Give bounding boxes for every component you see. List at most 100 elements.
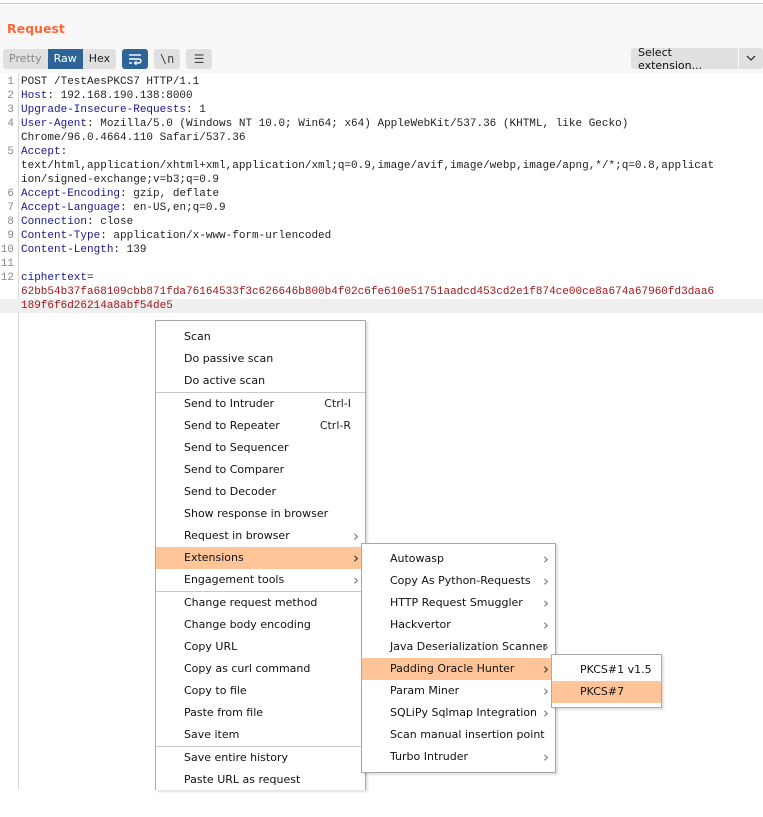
padding-oracle-hunter-submenu: PKCS#1 v1.5 PKCS#7: [551, 654, 662, 708]
menu-item-extensions[interactable]: Extensions ›: [156, 547, 365, 569]
menu-item-label: Send to Decoder: [184, 485, 277, 498]
menu-item-label: Extensions: [184, 551, 244, 564]
menu-item-do-passive-scan[interactable]: Do passive scan: [156, 348, 365, 370]
line-content: Accept:: [21, 145, 67, 159]
menu-item-copy-as-curl-command[interactable]: Copy as curl command: [156, 658, 365, 680]
menu-item-send-to-comparer[interactable]: Send to Comparer: [156, 459, 365, 481]
menu-item-label: Scan: [184, 330, 211, 343]
line-content: ciphertext=: [21, 271, 94, 285]
select-extension-dropdown[interactable]: Select extension...: [631, 46, 763, 72]
line-number: 2: [7, 90, 14, 102]
editor-line: 9 Content-Type: application/x-www-form-ur…: [0, 229, 763, 243]
extension-item-scan-manual-insertion-point[interactable]: Scan manual insertion point: [362, 724, 555, 746]
chevron-right-icon: ›: [543, 682, 549, 700]
extensions-submenu: Autowasp › Copy As Python-Requests › HTTP Re…: [361, 543, 556, 773]
header-value: en-US,en;q=0.9: [133, 202, 226, 214]
wrap-lines-button[interactable]: [122, 49, 149, 69]
line-content: text/html,application/xhtml+xml,applicat…: [21, 159, 714, 173]
line-number: 6: [7, 188, 14, 200]
header-name: Host: [21, 90, 48, 102]
tab-pretty[interactable]: Pretty: [3, 49, 48, 69]
line-content: Host: 192.168.190.138:8000: [21, 89, 193, 103]
tab-hex[interactable]: Hex: [83, 49, 116, 69]
line-number: 8: [7, 216, 14, 228]
menu-item-label: Turbo Intruder: [390, 750, 469, 763]
header-separator: :: [120, 188, 134, 200]
menu-item-change-body-encoding[interactable]: Change body encoding: [156, 614, 365, 636]
menu-item-engagement-tools[interactable]: Engagement tools ›: [156, 569, 365, 591]
menu-item-label: Java Deserialization Scanner: [390, 640, 547, 653]
menu-item-label: Save entire history: [184, 751, 288, 764]
line-number: 12: [0, 272, 14, 284]
options-menu-button[interactable]: ☰: [186, 49, 213, 69]
menu-item-send-to-intruder[interactable]: Send to Intruder Ctrl-I: [156, 393, 365, 415]
line-number: 1: [7, 76, 14, 88]
menu-item-scan[interactable]: Scan: [156, 326, 365, 348]
editor-line: 189f6f6d26214a8abf54de5: [0, 299, 763, 313]
context-menu: Scan Do passive scan Do active scan Send to…: [155, 320, 366, 790]
line-text: ion/signed-exchange;v=b3;q=0.9: [21, 174, 220, 186]
menu-item-show-response-in-browser[interactable]: Show response in browser: [156, 503, 365, 525]
pkcs-item-pkcs-1-v1-5[interactable]: PKCS#1 v1.5: [552, 659, 661, 681]
chevron-right-icon: ›: [543, 550, 549, 568]
menu-icon: ☰: [193, 52, 205, 66]
header-separator: :: [120, 202, 134, 214]
editor-line: 8 Connection: close: [0, 215, 763, 229]
panel-title: Request: [7, 21, 65, 36]
extension-item-http-request-smuggler[interactable]: HTTP Request Smuggler ›: [362, 592, 555, 614]
menu-item-save-entire-history[interactable]: Save entire history: [156, 747, 365, 769]
menu-item-send-to-decoder[interactable]: Send to Decoder: [156, 481, 365, 503]
menu-item-label: Padding Oracle Hunter: [390, 662, 515, 675]
extension-item-hackvertor[interactable]: Hackvertor ›: [362, 614, 555, 636]
menu-item-save-item[interactable]: Save item: [156, 724, 365, 746]
view-mode-tabs: Pretty Raw Hex: [3, 49, 117, 69]
menu-item-copy-to-file[interactable]: Copy to file: [156, 680, 365, 702]
menu-item-copy-url[interactable]: Copy URL: [156, 636, 365, 658]
menu-item-label: Hackvertor: [390, 618, 451, 631]
extension-item-copy-as-python-requests[interactable]: Copy As Python-Requests ›: [362, 570, 555, 592]
header-separator: :: [113, 244, 127, 256]
menu-item-change-request-method[interactable]: Change request method: [156, 592, 365, 614]
editor-line: text/html,application/xhtml+xml,applicat…: [0, 159, 763, 173]
line-number: 9: [7, 230, 14, 242]
top-divider: [0, 0, 763, 4]
header-name: Accept: [21, 146, 61, 158]
menu-item-request-in-browser[interactable]: Request in browser ›: [156, 525, 365, 547]
header-value: 139: [126, 244, 147, 256]
line-content: Chrome/96.0.4664.110 Safari/537.36: [21, 131, 245, 145]
editor-line: 7 Accept-Language: en-US,en;q=0.9: [0, 201, 763, 215]
editor-line: 2 Host: 192.168.190.138:8000: [0, 89, 763, 103]
menu-item-label: Autowasp: [390, 552, 444, 565]
extension-item-padding-oracle-hunter[interactable]: Padding Oracle Hunter ›: [362, 658, 555, 680]
menu-item-paste-from-file[interactable]: Paste from file: [156, 702, 365, 724]
line-content: POST /TestAesPKCS7 HTTP/1.1: [21, 75, 199, 89]
extension-item-turbo-intruder[interactable]: Turbo Intruder ›: [362, 746, 555, 768]
extension-item-autowasp[interactable]: Autowasp ›: [362, 548, 555, 570]
show-newlines-button[interactable]: \n: [154, 49, 181, 69]
tab-raw[interactable]: Raw: [47, 49, 83, 69]
menu-item-do-active-scan[interactable]: Do active scan: [156, 370, 365, 392]
menu-item-label: Do active scan: [184, 374, 266, 387]
pkcs-item-pkcs-7[interactable]: PKCS#7: [552, 681, 661, 703]
menu-item-label: Paste from file: [184, 706, 264, 719]
header-separator: :: [60, 146, 68, 158]
menu-item-label: PKCS#1 v1.5: [580, 663, 652, 676]
shortcut-label: Ctrl-R: [319, 419, 351, 432]
header-separator: :: [87, 216, 101, 228]
menu-item-send-to-sequencer[interactable]: Send to Sequencer: [156, 437, 365, 459]
menu-item-paste-url-as-request[interactable]: Paste URL as request: [156, 769, 365, 791]
line-number: 7: [7, 202, 14, 214]
menu-item-send-to-repeater[interactable]: Send to Repeater Ctrl-R: [156, 415, 365, 437]
extension-item-param-miner[interactable]: Param Miner ›: [362, 680, 555, 702]
extension-item-sqlipy-sqlmap-integration[interactable]: SQLiPy Sqlmap Integration ›: [362, 702, 555, 724]
header-value: close: [100, 216, 134, 228]
line-number: 4: [7, 118, 14, 130]
chevron-right-icon: ›: [543, 748, 549, 766]
editor-line: 1 POST /TestAesPKCS7 HTTP/1.1: [0, 75, 763, 89]
menu-item-label: Copy As Python-Requests: [390, 574, 531, 587]
newline-icon: \n: [159, 52, 175, 66]
extension-item-java-deserialization-scanner[interactable]: Java Deserialization Scanner ›: [362, 636, 555, 658]
header-name: Upgrade-Insecure-Requests: [21, 104, 187, 116]
menu-item-label: Request in browser: [184, 529, 290, 542]
menu-item-label: Save item: [184, 728, 240, 741]
